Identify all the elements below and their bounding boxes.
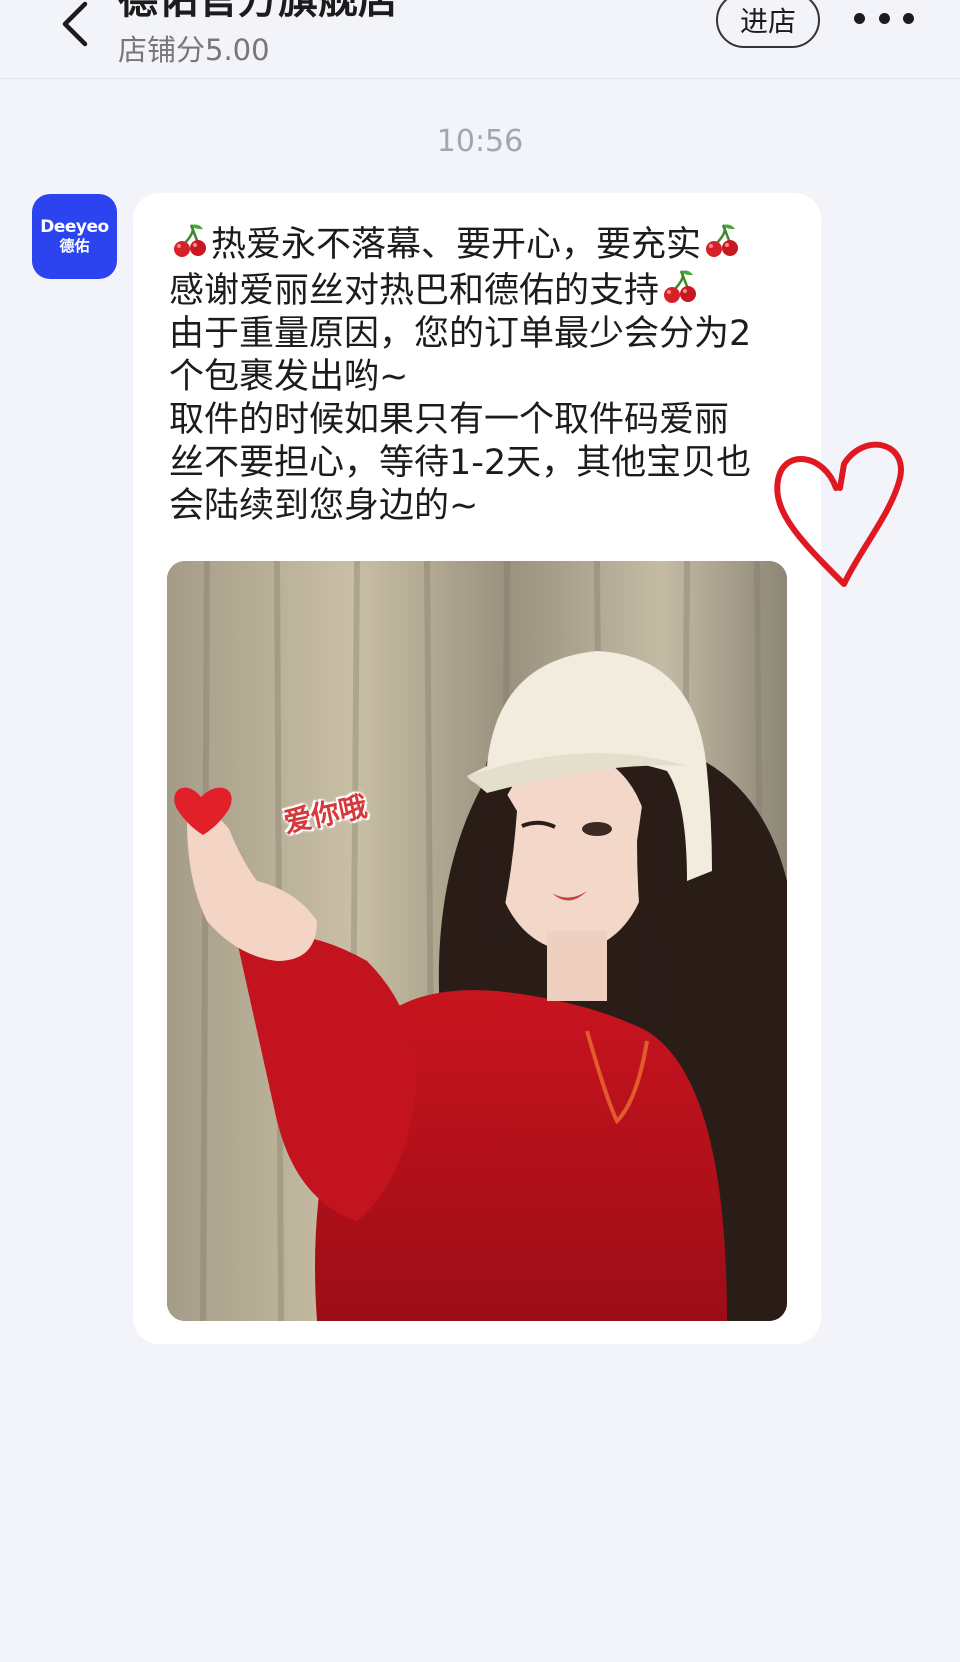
chevron-left-icon xyxy=(62,1,88,47)
message-line-text: 热爱永不落幕、要开心，要充实 xyxy=(211,225,702,265)
hand-drawn-heart-icon xyxy=(774,441,904,587)
cherry-icon xyxy=(174,224,206,257)
photo-illustration xyxy=(167,561,787,1321)
store-title: 德佑官方旗舰店 xyxy=(118,0,398,23)
message-photo[interactable]: 爱你哦 xyxy=(167,561,787,1321)
cherry-icon xyxy=(664,270,697,303)
message-text: 热爱永不落幕、要开心，要充实 感谢爱丽丝对热巴和德佑的支持 由于重量原因，您的订… xyxy=(169,221,797,528)
message-line-text: 感谢爱丽丝对热巴和德佑的支持 xyxy=(169,271,660,311)
store-avatar[interactable]: Deeyeo 德佑 xyxy=(32,194,117,279)
message-timestamp: 10:56 xyxy=(436,124,524,159)
store-score: 店铺分5.00 xyxy=(118,33,270,67)
enter-store-button[interactable]: 进店 xyxy=(716,0,820,48)
message-line-3: 由于重量原因，您的订单最少会分为2 xyxy=(169,314,752,354)
avatar-brand-cn: 德佑 xyxy=(59,236,90,255)
message-line-1: 热爱永不落幕、要开心，要充实 xyxy=(169,221,797,267)
message-line-2: 感谢爱丽丝对热巴和德佑的支持 xyxy=(169,267,797,313)
chat-header: 德佑官方旗舰店 店铺分5.00 进店 xyxy=(0,0,960,79)
message-bubble[interactable]: 热爱永不落幕、要开心，要充实 感谢爱丽丝对热巴和德佑的支持 由于重量原因，您的订… xyxy=(133,193,821,1344)
more-options-button[interactable] xyxy=(854,4,914,32)
more-dot-icon xyxy=(854,12,865,24)
cherry-icon xyxy=(706,224,739,257)
message-line-5: 取件的时候如果只有一个取件码爱丽 xyxy=(169,400,730,440)
message-line-7: 会陆续到您身边的~ xyxy=(169,486,479,526)
message-line-6: 丝不要担心，等待1-2天，其他宝贝也 xyxy=(169,443,752,483)
message-line-4: 个包裹发出哟~ xyxy=(169,357,409,397)
more-dot-icon xyxy=(903,12,914,24)
back-button[interactable] xyxy=(44,0,104,50)
avatar-brand-en: Deeyeo xyxy=(40,216,109,237)
more-dot-icon xyxy=(878,12,890,24)
